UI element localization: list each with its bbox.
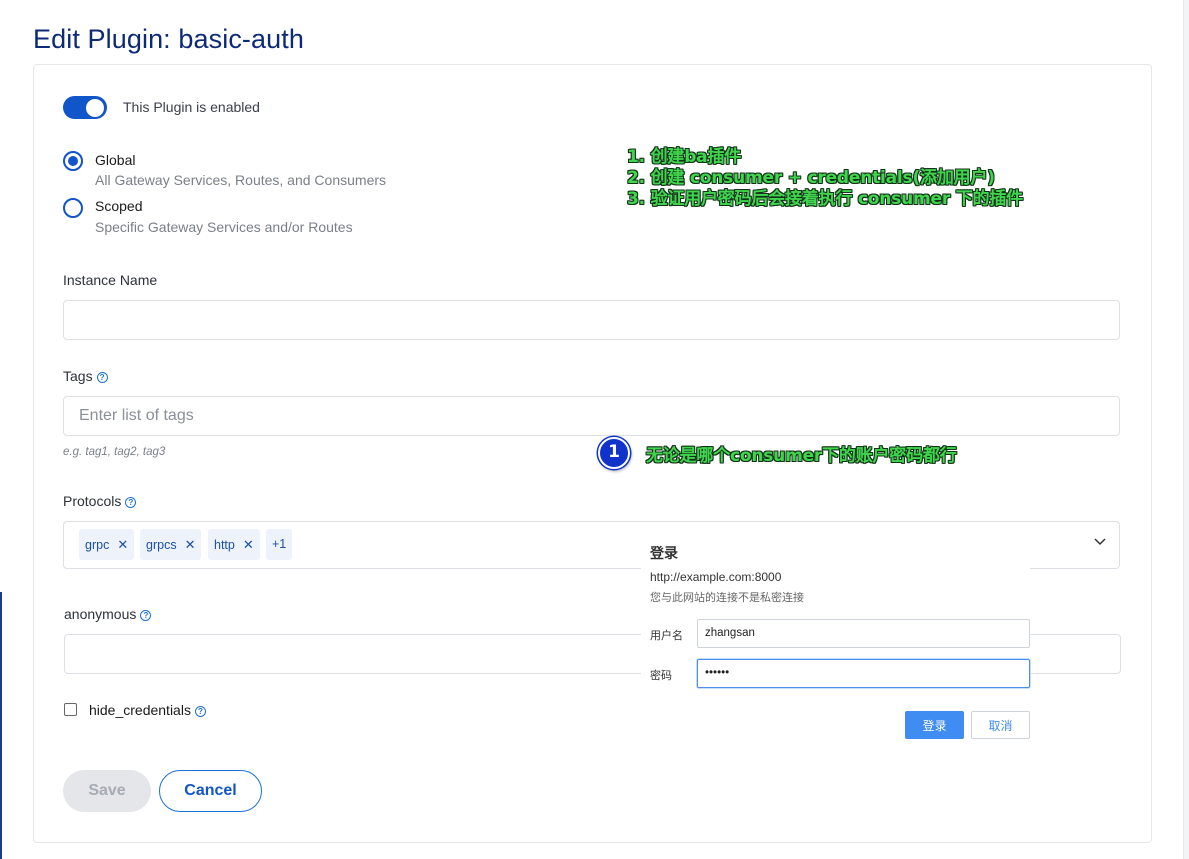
scoped-radio[interactable] bbox=[63, 198, 83, 218]
annotation-step-3: 3. 验证用户密码后会接着执行 consumer 下的插件 bbox=[627, 189, 1023, 209]
help-icon[interactable]: ? bbox=[194, 706, 206, 717]
help-icon[interactable]: ? bbox=[140, 610, 152, 621]
global-radio[interactable] bbox=[63, 151, 83, 171]
username-label: 用户名 bbox=[650, 630, 683, 642]
instance-name-input[interactable] bbox=[64, 301, 1119, 339]
login-submit-button[interactable]: 登录 bbox=[905, 711, 964, 739]
login-dialog-url: http://example.com:8000 bbox=[650, 570, 782, 584]
scoped-radio-description: Specific Gateway Services and/or Routes bbox=[95, 219, 353, 235]
tags-label: Tags? bbox=[63, 368, 108, 384]
anonymous-label: anonymous? bbox=[64, 606, 152, 622]
login-dialog-warning: 您与此网站的连接不是私密连接 bbox=[650, 592, 804, 604]
toggle-knob bbox=[86, 98, 104, 117]
global-radio-label: Global bbox=[95, 152, 136, 168]
plugin-enabled-label: This Plugin is enabled bbox=[123, 99, 260, 115]
remove-chip-icon[interactable]: ✕ bbox=[185, 537, 196, 552]
scrollbar-track[interactable] bbox=[1183, 0, 1189, 859]
scoped-radio-label: Scoped bbox=[95, 198, 143, 214]
window-edge-line bbox=[0, 592, 2, 859]
hide-credentials-label-text: hide_credentials bbox=[89, 702, 191, 718]
protocols-label-text: Protocols bbox=[63, 493, 122, 509]
password-label: 密码 bbox=[650, 670, 672, 682]
protocol-chip-label: http bbox=[214, 538, 235, 552]
hide-credentials-label: hide_credentials? bbox=[89, 702, 206, 718]
save-button[interactable]: Save bbox=[63, 770, 151, 812]
tags-input[interactable] bbox=[64, 397, 1119, 435]
remove-chip-icon[interactable]: ✕ bbox=[243, 537, 254, 552]
annotation-note: 无论是哪个consumer下的账户密码都行 bbox=[646, 446, 957, 466]
page-title: Edit Plugin: basic-auth bbox=[33, 24, 304, 54]
instance-name-label: Instance Name bbox=[63, 272, 158, 288]
hide-credentials-checkbox[interactable] bbox=[64, 703, 77, 716]
protocol-chip-label: grpcs bbox=[146, 538, 177, 552]
anonymous-label-text: anonymous bbox=[64, 606, 137, 622]
remove-chip-icon[interactable]: ✕ bbox=[117, 537, 128, 552]
protocol-chip: http ✕ bbox=[208, 529, 260, 560]
chevron-down-icon[interactable] bbox=[1093, 534, 1107, 548]
protocol-chip: grpc ✕ bbox=[79, 529, 135, 560]
username-input[interactable]: zhangsan bbox=[697, 619, 1030, 648]
instance-name-input-wrapper bbox=[63, 300, 1120, 340]
help-icon[interactable]: ? bbox=[125, 497, 137, 508]
plugin-enabled-toggle[interactable] bbox=[63, 96, 107, 119]
protocol-chip-label: grpc bbox=[85, 538, 110, 552]
protocols-label: Protocols? bbox=[63, 493, 137, 509]
global-radio-description: All Gateway Services, Routes, and Consum… bbox=[95, 172, 387, 188]
password-input[interactable]: •••••• bbox=[697, 659, 1030, 688]
annotation-number-badge: 1 bbox=[598, 437, 630, 469]
login-dialog-title: 登录 bbox=[650, 545, 678, 561]
cancel-button[interactable]: Cancel bbox=[159, 770, 262, 812]
protocol-more-chip[interactable]: +1 bbox=[266, 529, 293, 560]
login-cancel-button[interactable]: 取消 bbox=[971, 711, 1030, 739]
help-icon[interactable]: ? bbox=[96, 372, 108, 383]
tags-input-wrapper bbox=[63, 396, 1120, 436]
tags-label-text: Tags bbox=[63, 368, 93, 384]
protocol-chip: grpcs ✕ bbox=[140, 529, 202, 560]
tags-hint: e.g. tag1, tag2, tag3 bbox=[63, 446, 166, 458]
